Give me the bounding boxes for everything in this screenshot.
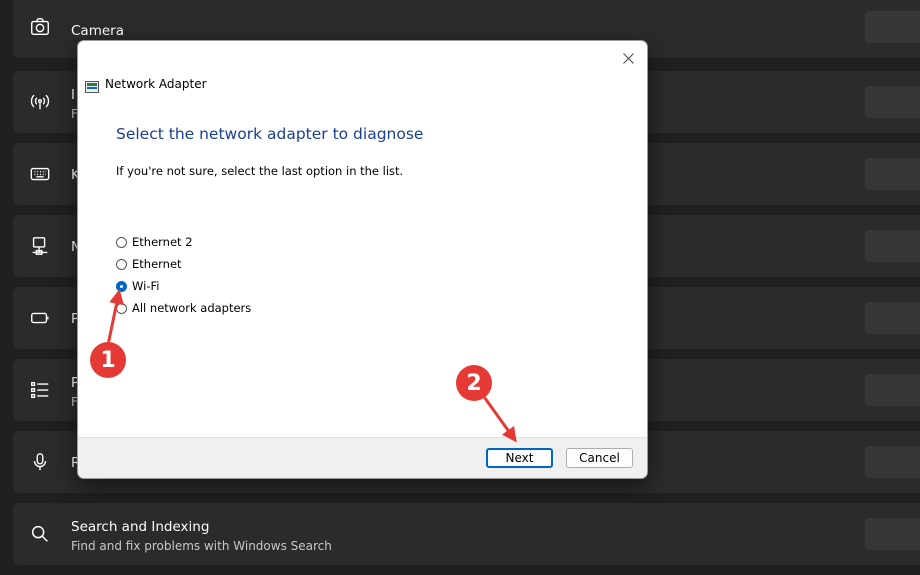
annotation-arrows bbox=[106, 289, 517, 443]
arrow-to-next bbox=[480, 393, 517, 443]
step-1-badge: 1 bbox=[90, 342, 126, 378]
arrow-to-wifi bbox=[106, 289, 124, 346]
step-2-badge: 2 bbox=[456, 365, 492, 401]
